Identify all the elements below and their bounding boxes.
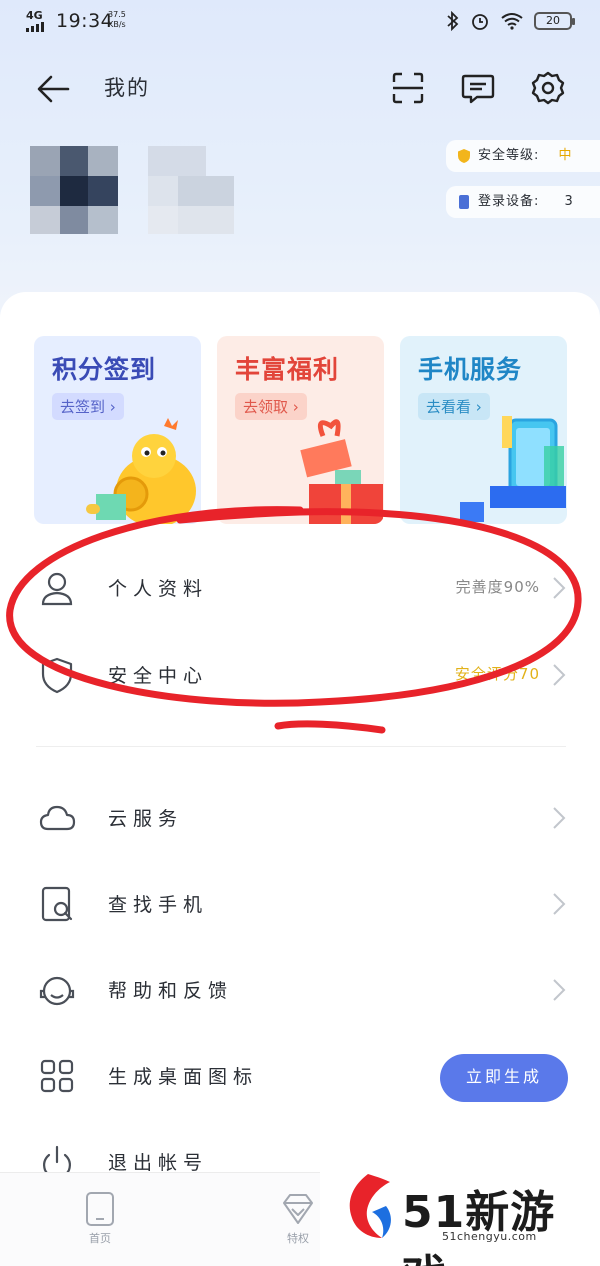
menu-label: 帮助和反馈 [108, 980, 234, 1002]
bottom-tab-bar: 首页 特权 [0, 1172, 320, 1266]
menu-label: 云服务 [108, 808, 184, 830]
promo-button[interactable]: 去领取 › [235, 393, 307, 420]
chevron-right-icon [553, 979, 566, 1001]
tab-privilege[interactable]: 特权 [268, 1191, 328, 1246]
promo-title: 手机服务 [418, 355, 523, 384]
settings-gear-icon[interactable] [530, 70, 566, 106]
watermark-logo-icon [349, 1174, 391, 1238]
login-devices-pill[interactable]: 登录设备: 3 [446, 186, 600, 218]
promo-title: 丰富福利 [235, 355, 340, 384]
menu-label: 查找手机 [108, 894, 209, 916]
section-divider [36, 746, 566, 747]
tab-home[interactable]: 首页 [70, 1191, 130, 1246]
bluetooth-icon [447, 11, 459, 31]
menu-label: 退出帐号 [108, 1152, 209, 1174]
menu-row-cloud-service[interactable]: 云服务 [0, 784, 600, 854]
network-type: 4G [26, 9, 43, 22]
login-devices-value: 3 [564, 194, 574, 209]
phone-device-icon [459, 195, 469, 209]
tab-label: 首页 [89, 1232, 111, 1245]
menu-label: 生成桌面图标 [108, 1066, 259, 1088]
signal-indicator: 4G [26, 10, 44, 32]
red-annotation-circle [6, 506, 582, 734]
security-level-value: 中 [558, 148, 573, 163]
menu-row-find-phone[interactable]: 查找手机 [0, 870, 600, 940]
tab-label: 特权 [287, 1232, 309, 1245]
back-arrow-icon[interactable] [36, 74, 70, 104]
site-watermark: 51新游戏 51chengyu.com [338, 1170, 600, 1266]
login-devices-label: 登录设备: [478, 194, 540, 209]
grid-apps-icon [40, 1059, 74, 1093]
status-bar: 4G 19:34 37.5 KB/s 20 [0, 0, 600, 44]
message-icon[interactable] [460, 70, 496, 106]
alarm-icon [472, 14, 488, 30]
scan-icon[interactable] [390, 70, 426, 106]
watermark-url: 51chengyu.com [442, 1230, 537, 1243]
menu-row-help-feedback[interactable]: 帮助和反馈 [0, 956, 600, 1026]
chevron-right-icon [553, 893, 566, 915]
generate-now-button[interactable]: 立即生成 [440, 1054, 568, 1102]
shield-badge-icon [458, 149, 470, 163]
find-phone-icon [41, 886, 73, 922]
phone-tab-icon [86, 1192, 114, 1226]
signal-bars-icon [26, 22, 44, 32]
watermark-brand: 51新游戏 [402, 1187, 556, 1266]
diamond-icon [283, 1194, 313, 1224]
top-bar: 我的 [0, 60, 600, 116]
speed-value: 37.5 [108, 10, 126, 19]
page-title: 我的 [104, 76, 150, 100]
help-face-icon [39, 976, 75, 1006]
profile-avatar-pixelated[interactable] [30, 146, 240, 236]
clock: 19:34 [56, 10, 114, 32]
cloud-icon [39, 805, 76, 831]
speed-unit: KB/s [108, 20, 126, 29]
chevron-right-icon [553, 807, 566, 829]
security-level-label: 安全等级: [478, 148, 540, 163]
battery-indicator: 20 [534, 12, 575, 30]
network-speed: 37.5 KB/s [108, 10, 126, 30]
security-level-pill[interactable]: 安全等级: 中 [446, 140, 600, 172]
promo-title: 积分签到 [52, 355, 157, 384]
wifi-icon [501, 13, 523, 30]
